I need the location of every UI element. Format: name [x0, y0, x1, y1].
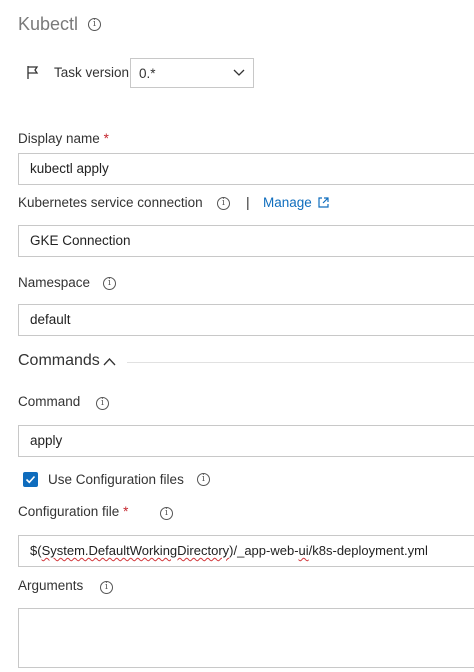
service-connection-label: Kubernetes service connection	[18, 195, 203, 210]
arguments-label: Arguments	[18, 578, 84, 593]
command-label: Command	[18, 394, 81, 409]
config-file-input[interactable]: $(System.DefaultWorkingDirectory)/_app-w…	[18, 535, 474, 567]
task-title: Kubectl	[18, 14, 79, 34]
config-file-label-text: Configuration file	[18, 504, 120, 519]
namespace-input[interactable]: default	[18, 304, 474, 336]
info-icon[interactable]: i	[160, 507, 173, 520]
display-name-label-text: Display name	[18, 131, 100, 146]
config-file-value-var: System.DefaultWorkingDirectory	[41, 543, 230, 558]
commands-section-header[interactable]: Commands	[18, 352, 100, 370]
checkmark-icon	[25, 475, 36, 484]
required-mark: *	[103, 131, 109, 146]
info-icon[interactable]: i	[100, 581, 113, 594]
info-icon[interactable]: i	[96, 397, 109, 410]
display-name-label: Display name *	[18, 131, 109, 146]
task-version-label: Task version	[54, 65, 130, 80]
info-icon[interactable]: i	[197, 473, 210, 486]
required-mark: *	[123, 504, 129, 519]
info-icon[interactable]: i	[103, 277, 116, 290]
use-config-checkbox[interactable]	[23, 472, 38, 487]
config-file-value-mid: )/_app-web-	[229, 543, 299, 558]
config-file-value-prefix: $(	[30, 543, 42, 558]
config-file-label: Configuration file *	[18, 504, 128, 519]
manage-link[interactable]: Manage	[263, 195, 312, 210]
section-divider	[127, 362, 474, 363]
task-version-select[interactable]: 0.*	[130, 58, 254, 88]
config-file-value-ui: ui	[298, 543, 309, 558]
task-version-value: 0.*	[139, 66, 156, 81]
service-connection-input[interactable]: GKE Connection	[18, 225, 474, 257]
config-file-value-suffix: /k8s-deployment.yml	[308, 543, 428, 558]
use-config-label[interactable]: Use Configuration files	[48, 472, 184, 487]
chevron-down-icon	[233, 69, 245, 76]
external-link-icon[interactable]	[318, 197, 329, 208]
arguments-textarea[interactable]	[18, 608, 474, 668]
info-icon[interactable]: i	[217, 197, 230, 210]
info-icon[interactable]: i	[88, 18, 101, 31]
command-input[interactable]: apply	[18, 425, 474, 457]
chevron-up-icon[interactable]	[103, 357, 116, 366]
separator: |	[246, 194, 250, 210]
display-name-input[interactable]: kubectl apply	[18, 153, 474, 185]
namespace-label: Namespace	[18, 275, 91, 290]
flag-icon	[27, 66, 39, 79]
